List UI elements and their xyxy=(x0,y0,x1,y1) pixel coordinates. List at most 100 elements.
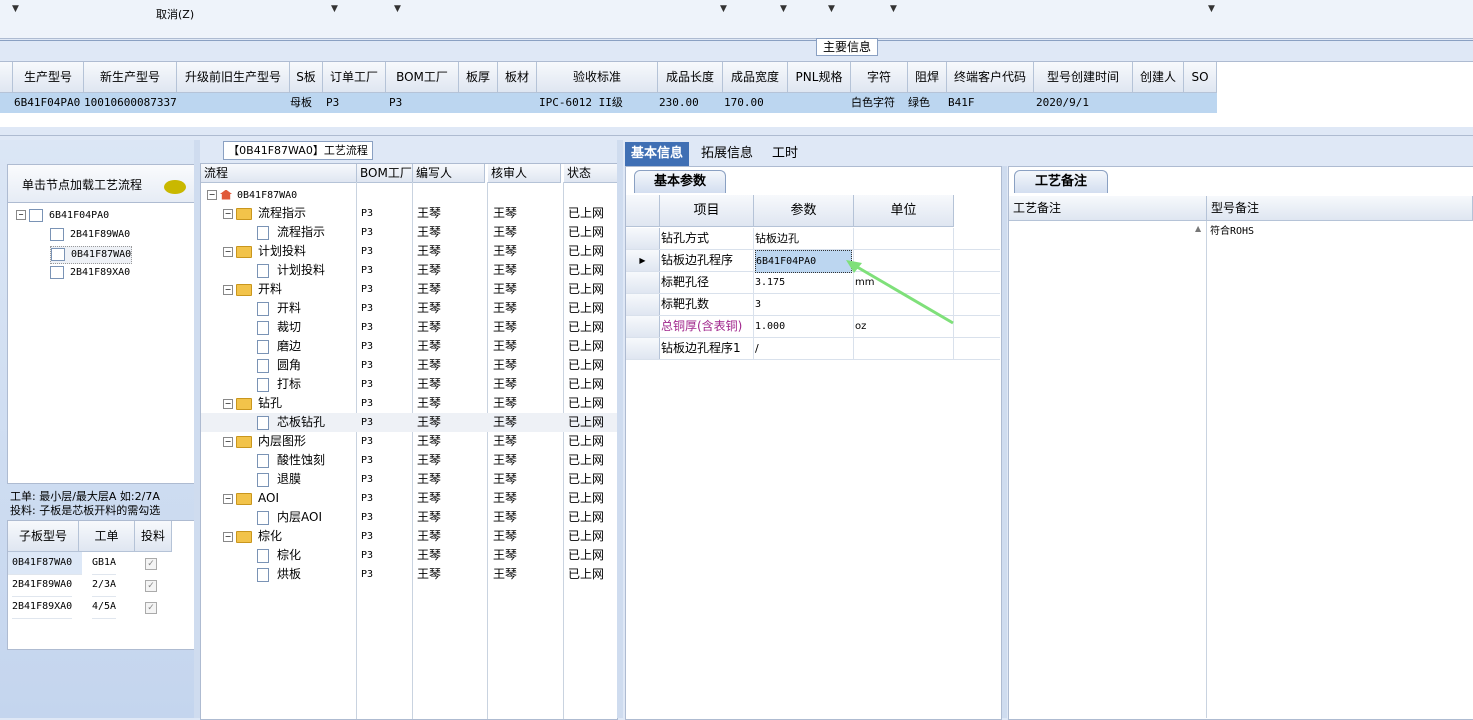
column-header[interactable]: 成品宽度 xyxy=(723,62,788,93)
tree-node[interactable]: 2B41F89WA0 xyxy=(50,227,130,243)
tab-basic-info[interactable]: 基本信息 xyxy=(625,142,690,166)
column-header[interactable]: 创建人 xyxy=(1133,62,1184,93)
column-header[interactable]: 工艺备注 xyxy=(1009,196,1207,221)
column-header[interactable]: S板 xyxy=(290,62,323,93)
chevron-down-icon[interactable]: ▼ xyxy=(12,4,19,14)
flow-row[interactable]: − 流程指示 P3 王琴 王琴 已上网 xyxy=(201,204,617,223)
collapse-icon[interactable]: − xyxy=(16,210,26,220)
column-header[interactable]: 终端客户代码 xyxy=(947,62,1034,93)
column-header[interactable]: 板厚 xyxy=(459,62,498,93)
param-value[interactable]: / xyxy=(755,338,759,359)
flow-row[interactable]: − AOI P3 王琴 王琴 已上网 xyxy=(201,489,617,508)
chevron-down-icon[interactable]: ▼ xyxy=(890,4,897,14)
tree-node[interactable]: − 6B41F04PA0 xyxy=(16,208,109,224)
flow-row[interactable]: − 棕化 P3 王琴 王琴 已上网 xyxy=(201,527,617,546)
chevron-down-icon[interactable]: ▼ xyxy=(331,4,338,14)
splitter[interactable] xyxy=(0,127,1473,136)
column-header[interactable]: 新生产型号 xyxy=(84,62,177,93)
param-value[interactable]: 3 xyxy=(755,294,761,315)
chevron-down-icon[interactable]: ▼ xyxy=(394,4,401,14)
collapse-icon[interactable]: − xyxy=(223,493,233,504)
flow-row[interactable]: 酸性蚀刻 P3 王琴 王琴 已上网 xyxy=(201,451,617,470)
process-remarks-tab[interactable]: 工艺备注 xyxy=(1014,170,1108,193)
column-header[interactable]: 成品长度 xyxy=(658,62,723,93)
tree-node-selected[interactable]: 0B41F87WA0 xyxy=(50,246,133,264)
flow-row[interactable]: 打标 P3 王琴 王琴 已上网 xyxy=(201,375,617,394)
param-value[interactable]: 钻板边孔 xyxy=(755,228,799,249)
column-header[interactable]: 验收标准 xyxy=(537,62,658,93)
column-header[interactable]: 项目 xyxy=(660,195,754,227)
flow-root-row[interactable]: − 0B41F87WA0 xyxy=(201,185,617,204)
column-header[interactable]: 核审人 xyxy=(488,164,561,183)
column-header[interactable]: 单位 xyxy=(854,195,954,227)
column-header[interactable]: 编写人 xyxy=(413,164,485,183)
chevron-down-icon[interactable]: ▼ xyxy=(1208,4,1215,14)
chevron-down-icon[interactable]: ▼ xyxy=(780,4,787,14)
flow-row[interactable]: 磨边 P3 王琴 王琴 已上网 xyxy=(201,337,617,356)
column-header[interactable]: 升级前旧生产型号 xyxy=(177,62,290,93)
splitter[interactable] xyxy=(194,140,200,718)
cell-sub-order[interactable]: 4/5A xyxy=(92,596,117,619)
column-header[interactable]: PNL规格 xyxy=(788,62,851,93)
flow-row[interactable]: 棕化 P3 王琴 王琴 已上网 xyxy=(201,546,617,565)
cancel-menu-item[interactable]: 取消(Z) xyxy=(156,6,194,22)
param-row[interactable]: 钻孔方式 钻板边孔 xyxy=(626,228,1000,250)
collapse-icon[interactable]: − xyxy=(223,531,233,542)
column-header[interactable]: 型号创建时间 xyxy=(1034,62,1133,93)
flow-row[interactable]: − 钻孔 P3 王琴 王琴 已上网 xyxy=(201,394,617,413)
tree-node[interactable]: 2B41F89XA0 xyxy=(50,265,130,281)
param-value[interactable]: 3.175 xyxy=(755,272,785,293)
checkbox[interactable]: ✓ xyxy=(145,558,157,570)
column-header[interactable]: 型号备注 xyxy=(1207,196,1473,221)
collapse-icon[interactable]: − xyxy=(223,436,233,447)
tab-work-hours[interactable]: 工时 xyxy=(766,142,804,166)
basic-params-tab[interactable]: 基本参数 xyxy=(634,170,726,193)
column-header[interactable]: 生产型号 xyxy=(13,62,84,93)
collapse-icon[interactable]: − xyxy=(223,208,233,219)
flow-row[interactable]: 烘板 P3 王琴 王琴 已上网 xyxy=(201,565,617,584)
flow-row[interactable]: 内层AOI P3 王琴 王琴 已上网 xyxy=(201,508,617,527)
column-header[interactable]: 子板型号 xyxy=(8,521,79,552)
flow-row[interactable]: − 开料 P3 王琴 王琴 已上网 xyxy=(201,280,617,299)
cell-sub-model[interactable]: 0B41F87WA0 xyxy=(8,552,82,575)
column-header[interactable]: 状态 xyxy=(564,164,618,183)
collapse-icon[interactable]: − xyxy=(223,246,233,257)
splitter[interactable] xyxy=(617,140,623,718)
collapse-icon[interactable]: − xyxy=(223,398,233,409)
param-row[interactable]: 钻板边孔程序1 / xyxy=(626,338,1000,360)
column-header[interactable]: 投料 xyxy=(135,521,172,552)
cell-sub-model[interactable]: 2B41F89XA0 xyxy=(12,596,73,619)
collapse-icon[interactable]: − xyxy=(223,284,233,295)
checkbox[interactable]: ✓ xyxy=(145,602,157,614)
column-header[interactable]: 阻焊 xyxy=(908,62,947,93)
flow-row[interactable]: 计划投料 P3 王琴 王琴 已上网 xyxy=(201,261,617,280)
param-value[interactable]: 6B41F04PA0 xyxy=(755,250,852,273)
scroll-up-icon[interactable]: ▲ xyxy=(1195,224,1201,233)
column-header[interactable]: BOM工厂 xyxy=(386,62,459,93)
chevron-down-icon[interactable]: ▼ xyxy=(720,4,727,14)
tab-extended-info[interactable]: 拓展信息 xyxy=(695,142,759,166)
column-header[interactable]: 订单工厂 xyxy=(323,62,386,93)
flow-row[interactable]: 开料 P3 王琴 王琴 已上网 xyxy=(201,299,617,318)
column-header[interactable]: BOM工厂 xyxy=(357,164,413,183)
column-header[interactable]: 字符 xyxy=(851,62,908,93)
flow-row[interactable]: 流程指示 P3 王琴 王琴 已上网 xyxy=(201,223,617,242)
column-header[interactable]: 参数 xyxy=(754,195,854,227)
cell-sub-model[interactable]: 2B41F89WA0 xyxy=(12,574,73,597)
column-header[interactable]: 工单 xyxy=(79,521,135,552)
flow-row[interactable]: 裁切 P3 王琴 王琴 已上网 xyxy=(201,318,617,337)
cell-sub-order[interactable]: GB1A xyxy=(92,552,117,575)
collapse-icon[interactable]: − xyxy=(207,189,217,200)
cell-sub-order[interactable]: 2/3A xyxy=(92,574,117,597)
flow-row[interactable]: − 计划投料 P3 王琴 王琴 已上网 xyxy=(201,242,617,261)
column-header[interactable]: 流程 xyxy=(201,164,357,183)
checkbox[interactable]: ✓ xyxy=(145,580,157,592)
flow-row[interactable]: 芯板钻孔 P3 王琴 王琴 已上网 xyxy=(201,413,617,432)
flow-row[interactable]: − 内层图形 P3 王琴 王琴 已上网 xyxy=(201,432,617,451)
flow-row[interactable]: 退膜 P3 王琴 王琴 已上网 xyxy=(201,470,617,489)
chevron-down-icon[interactable]: ▼ xyxy=(828,4,835,14)
param-value[interactable]: 1.000 xyxy=(755,316,785,337)
flow-row[interactable]: 圆角 P3 王琴 王琴 已上网 xyxy=(201,356,617,375)
column-header[interactable]: 板材 xyxy=(498,62,537,93)
column-header[interactable]: SO xyxy=(1184,62,1217,93)
